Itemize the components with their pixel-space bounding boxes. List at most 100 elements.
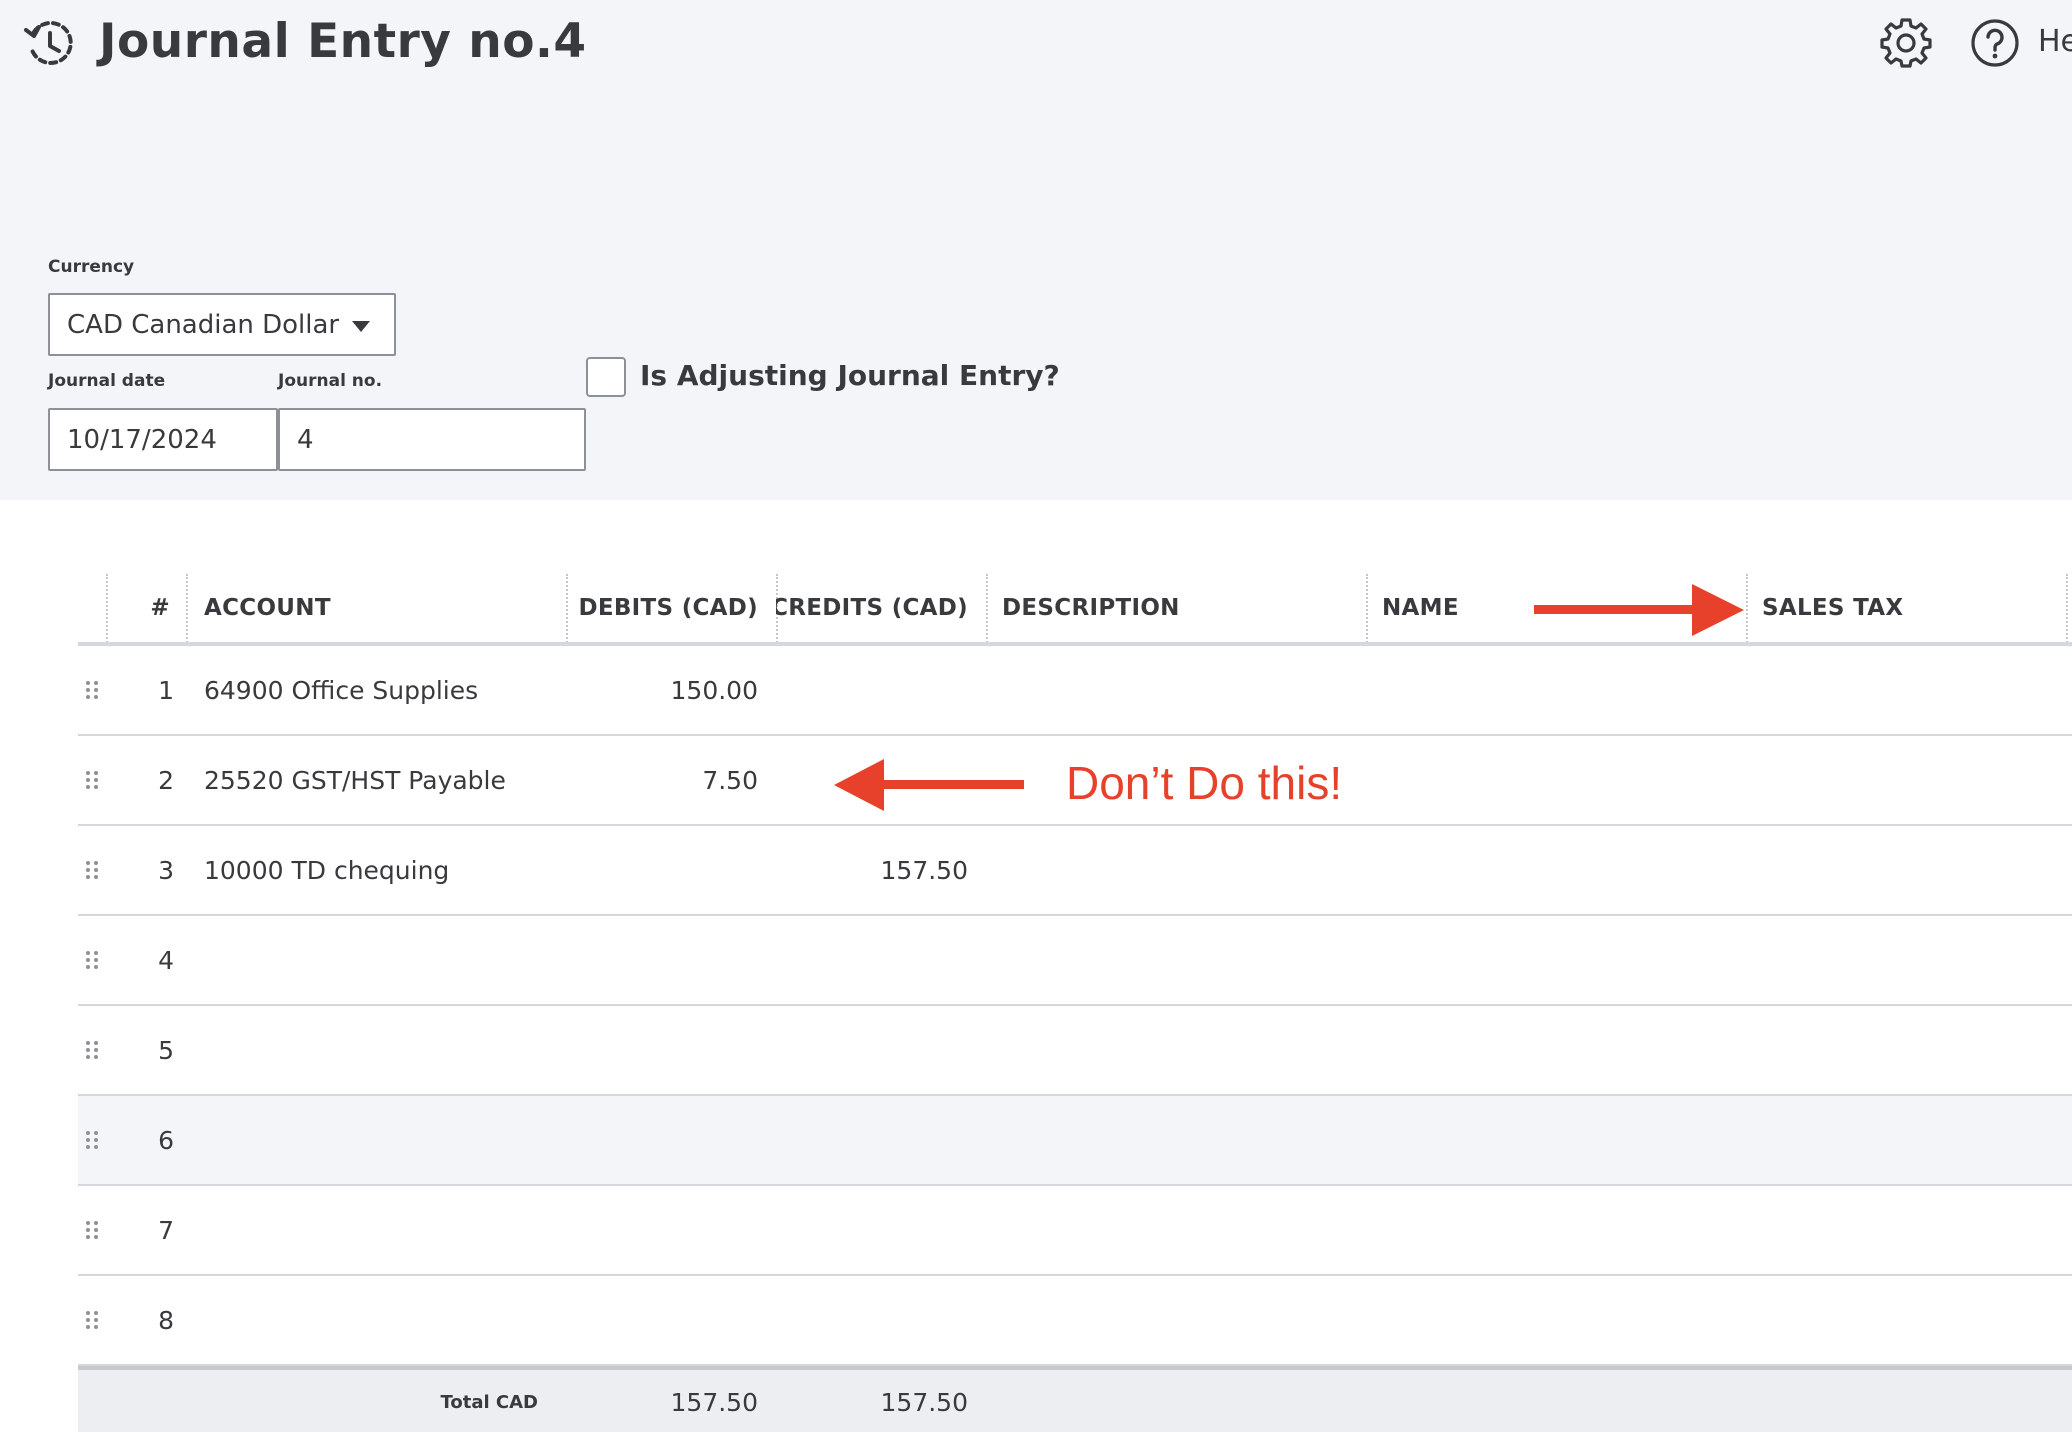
total-label: Total CAD xyxy=(440,1391,538,1413)
journal-entry-page: Journal Entry no.4 He Currency CAD Canad… xyxy=(0,0,2072,1432)
table-row[interactable]: 8 xyxy=(78,1276,2072,1366)
row-debit-cell[interactable]: 150.00 xyxy=(566,646,776,734)
row-number: 6 xyxy=(158,1125,174,1155)
row-number: 1 xyxy=(158,675,174,705)
row-credit-cell[interactable] xyxy=(776,1096,986,1184)
annotation-text: Don’t Do this! xyxy=(1066,757,1343,809)
currency-label: Currency xyxy=(48,257,135,277)
help-icon[interactable] xyxy=(1970,18,2020,68)
header-account: ACCOUNT xyxy=(204,595,331,621)
row-account-cell[interactable] xyxy=(188,1006,568,1094)
row-account-cell[interactable] xyxy=(188,1276,568,1364)
drag-handle-icon[interactable] xyxy=(78,826,106,914)
row-number: 3 xyxy=(158,855,174,885)
gear-icon[interactable] xyxy=(1880,16,1932,68)
currency-select[interactable]: CAD Canadian Dollar xyxy=(48,293,396,356)
row-account-cell[interactable]: 10000 TD chequing xyxy=(188,826,568,914)
row-sales-tax-cell[interactable] xyxy=(1746,1276,2072,1364)
chevron-down-icon xyxy=(352,321,370,332)
row-description-cell[interactable] xyxy=(986,1096,1366,1184)
row-credit-cell[interactable] xyxy=(776,646,986,734)
row-name-cell[interactable] xyxy=(1366,736,1746,824)
table-row[interactable]: 5 xyxy=(78,1006,2072,1096)
header-credits: CREDITS (CAD) xyxy=(776,595,968,621)
row-debit-cell[interactable] xyxy=(566,916,776,1004)
annotation-arrow-right xyxy=(1534,584,1744,636)
row-name-cell[interactable] xyxy=(1366,826,1746,914)
table-body: 1 64900 Office Supplies 150.00 2 25520 GST/H… xyxy=(78,646,2072,1366)
row-description-cell[interactable] xyxy=(986,646,1366,734)
row-number: 8 xyxy=(158,1305,174,1335)
row-sales-tax-cell[interactable] xyxy=(1746,736,2072,824)
journal-lines-table: # ACCOUNT DEBITS (CAD) CREDITS (CAD) DES… xyxy=(78,574,2072,1432)
row-description-cell[interactable] xyxy=(986,1186,1366,1274)
row-sales-tax-cell[interactable] xyxy=(1746,1006,2072,1094)
help-button-label[interactable]: He xyxy=(2038,24,2072,59)
table-row[interactable]: 6 xyxy=(78,1096,2072,1186)
drag-handle-icon[interactable] xyxy=(78,1006,106,1094)
row-account-cell[interactable] xyxy=(188,1096,568,1184)
row-debit-cell[interactable] xyxy=(566,1006,776,1094)
table-header-row: # ACCOUNT DEBITS (CAD) CREDITS (CAD) DES… xyxy=(78,574,2072,646)
row-account-cell[interactable] xyxy=(188,1186,568,1274)
table-row[interactable]: 3 10000 TD chequing 157.50 xyxy=(78,826,2072,916)
journal-no-input[interactable] xyxy=(278,408,586,471)
total-row: Total CAD 157.50 157.50 xyxy=(78,1366,2072,1432)
row-sales-tax-cell[interactable] xyxy=(1746,1186,2072,1274)
adjusting-entry-label: Is Adjusting Journal Entry? xyxy=(640,359,1060,392)
row-description-cell[interactable] xyxy=(986,826,1366,914)
header-debits: DEBITS (CAD) xyxy=(578,595,758,621)
total-credits: 157.50 xyxy=(880,1387,968,1417)
drag-handle-icon[interactable] xyxy=(78,1096,106,1184)
form-header-area: Journal Entry no.4 He Currency CAD Canad… xyxy=(0,0,2072,500)
row-credit-cell[interactable] xyxy=(776,1276,986,1364)
row-number: 4 xyxy=(158,945,174,975)
journal-date-label: Journal date xyxy=(48,371,166,391)
row-debit-cell[interactable] xyxy=(566,1096,776,1184)
row-account-cell[interactable] xyxy=(188,916,568,1004)
total-debits: 157.50 xyxy=(670,1387,758,1417)
row-name-cell[interactable] xyxy=(1366,1006,1746,1094)
header-sales-tax: SALES TAX xyxy=(1762,595,1904,621)
row-description-cell[interactable] xyxy=(986,1006,1366,1094)
drag-handle-icon[interactable] xyxy=(78,1186,106,1274)
row-sales-tax-cell[interactable] xyxy=(1746,646,2072,734)
table-row[interactable]: 1 64900 Office Supplies 150.00 xyxy=(78,646,2072,736)
row-debit-cell[interactable] xyxy=(566,1186,776,1274)
row-name-cell[interactable] xyxy=(1366,1276,1746,1364)
row-account-cell[interactable]: 64900 Office Supplies xyxy=(188,646,568,734)
row-debit-cell[interactable]: 7.50 xyxy=(566,736,776,824)
row-debit-cell[interactable] xyxy=(566,826,776,914)
row-number: 7 xyxy=(158,1215,174,1245)
row-sales-tax-cell[interactable] xyxy=(1746,916,2072,1004)
row-name-cell[interactable] xyxy=(1366,1186,1746,1274)
row-number: 5 xyxy=(158,1035,174,1065)
page-title: Journal Entry no.4 xyxy=(99,14,587,69)
row-sales-tax-cell[interactable] xyxy=(1746,826,2072,914)
table-row[interactable]: 7 xyxy=(78,1186,2072,1276)
currency-value: CAD Canadian Dollar xyxy=(67,309,340,340)
row-credit-cell[interactable]: 157.50 xyxy=(776,826,986,914)
row-credit-cell[interactable] xyxy=(776,1006,986,1094)
history-icon[interactable] xyxy=(22,16,78,72)
row-name-cell[interactable] xyxy=(1366,916,1746,1004)
row-name-cell[interactable] xyxy=(1366,646,1746,734)
adjusting-entry-checkbox[interactable] xyxy=(586,357,626,397)
header-description: DESCRIPTION xyxy=(1002,595,1180,621)
row-account-cell[interactable]: 25520 GST/HST Payable xyxy=(188,736,568,824)
drag-handle-icon[interactable] xyxy=(78,736,106,824)
table-row[interactable]: 4 xyxy=(78,916,2072,1006)
drag-handle-icon[interactable] xyxy=(78,1276,106,1364)
row-credit-cell[interactable] xyxy=(776,1186,986,1274)
row-sales-tax-cell[interactable] xyxy=(1746,1096,2072,1184)
drag-handle-icon[interactable] xyxy=(78,646,106,734)
row-debit-cell[interactable] xyxy=(566,1276,776,1364)
row-credit-cell[interactable] xyxy=(776,916,986,1004)
row-description-cell[interactable] xyxy=(986,1276,1366,1364)
journal-no-label: Journal no. xyxy=(278,371,383,391)
row-name-cell[interactable] xyxy=(1366,1096,1746,1184)
header-num: # xyxy=(150,595,170,621)
journal-date-input[interactable] xyxy=(48,408,278,471)
row-description-cell[interactable] xyxy=(986,916,1366,1004)
drag-handle-icon[interactable] xyxy=(78,916,106,1004)
